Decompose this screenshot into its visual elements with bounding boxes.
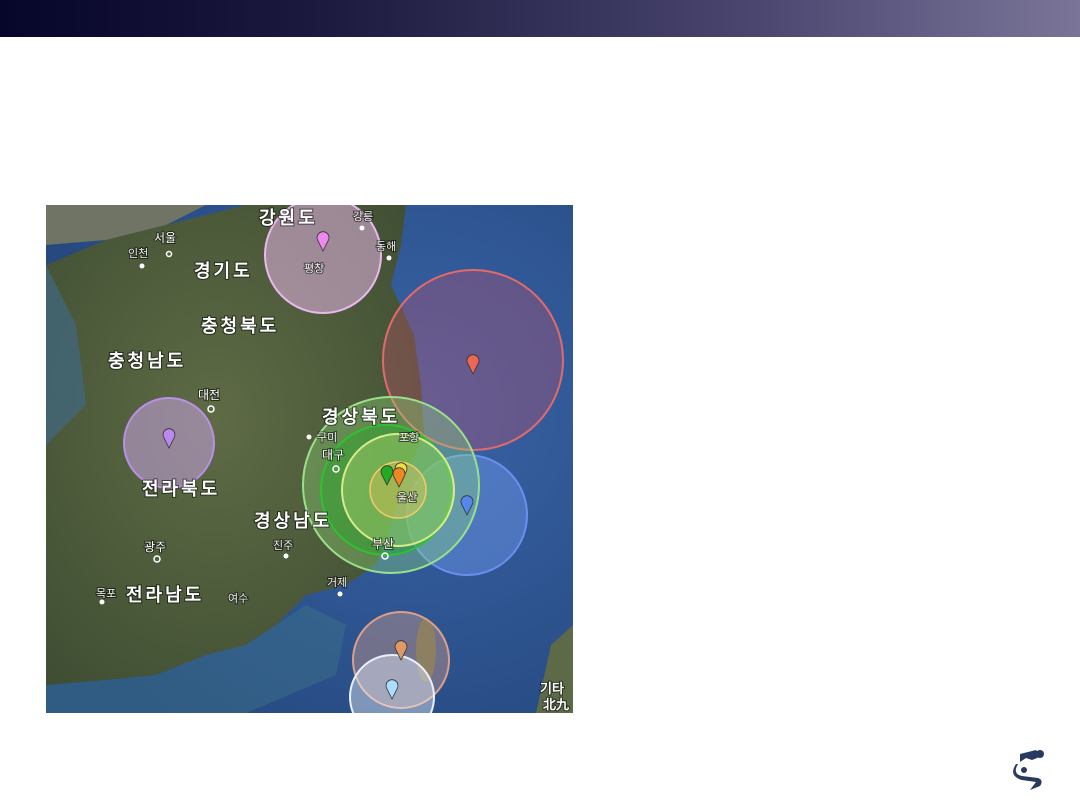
province-label-jeonnam: 전라남도 [126,585,204,606]
city-label-gwangju: 광주 [144,540,166,554]
province-label-gyeongbuk: 경상북도 [322,407,400,428]
city-label-ulsan: 울산 [397,491,417,504]
city-label-seoul: 서울 [154,231,176,245]
map-canvas: 강원도 경기도 충청북도 충청남도 경상북도 전라북도 경상남도 전라남도 강릉… [46,205,573,713]
province-label-jeonbuk: 전라북도 [142,479,220,500]
robot-arm-logo-icon [1013,750,1044,790]
map-credit-line1: 기타 [540,681,564,697]
map-credit-line2: 北九 [543,698,569,713]
province-label-chungbuk: 충청북도 [201,316,279,337]
map-view[interactable]: 강원도 경기도 충청북도 충청남도 경상북도 전라북도 경상남도 전라남도 강릉… [46,205,573,713]
city-dot-donghae [386,255,392,261]
city-label-pyeongchang: 평창 [304,262,324,275]
city-dot-gumi [306,434,312,440]
city-label-daegu: 대구 [322,448,344,462]
city-label-mokpo: 목포 [96,587,116,600]
city-dot-incheon [139,263,145,269]
province-label-gyeonggi: 경기도 [194,261,253,282]
city-label-pohang: 포항 [399,431,419,444]
header-bar [0,0,1080,37]
province-label-gangwon: 강원도 [259,208,318,229]
city-label-incheon: 인천 [128,246,148,260]
city-label-yeosu: 여수 [228,592,248,605]
city-dot-geoje [337,591,343,597]
province-label-gyeongnam: 경상남도 [254,511,332,532]
city-label-gangneung: 강릉 [353,210,373,223]
city-label-geoje: 거제 [327,576,347,589]
city-dot-jinju [283,553,289,559]
city-label-daejeon: 대전 [198,388,220,402]
city-dot-mokpo [99,599,105,605]
city-label-jinju: 진주 [273,539,293,552]
city-label-gumi: 구미 [317,431,337,444]
province-label-chungnam: 충청남도 [108,351,186,372]
city-dot-gangneung [359,225,365,231]
city-label-donghae: 동해 [376,239,396,253]
city-label-busan: 부산 [372,537,394,551]
